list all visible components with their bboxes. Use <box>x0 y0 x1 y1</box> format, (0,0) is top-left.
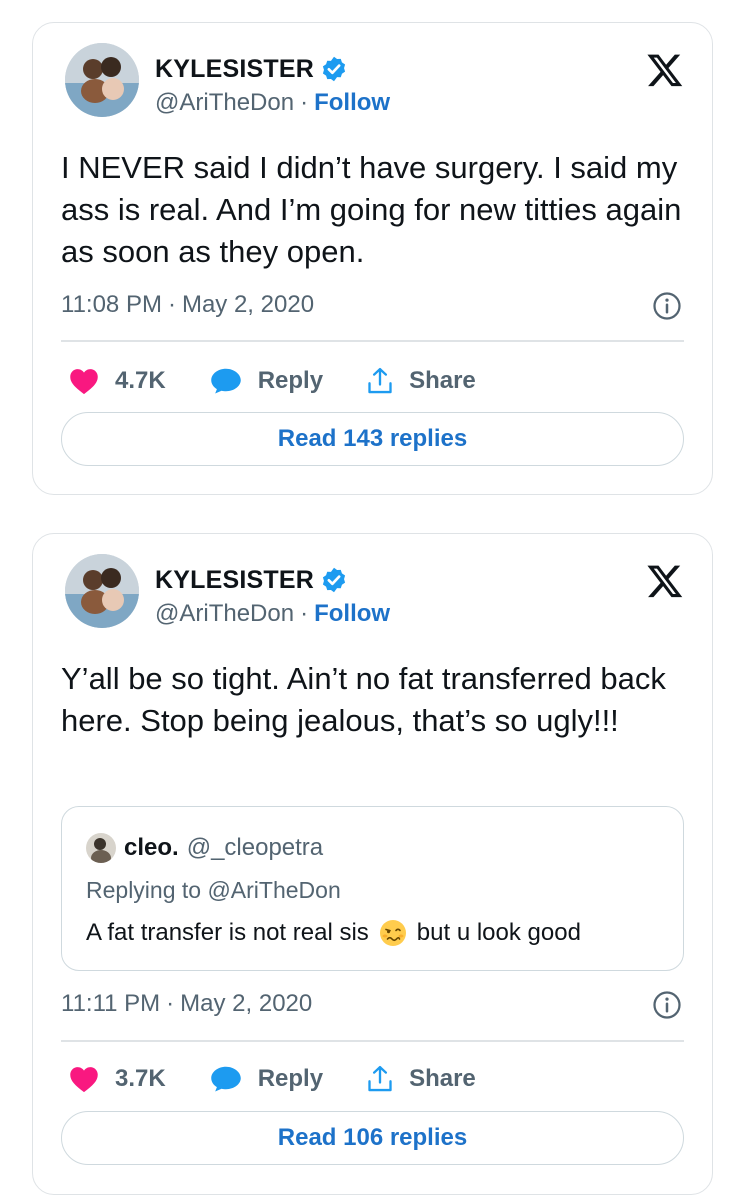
separator-dot: · <box>300 600 309 627</box>
tweet-card[interactable]: KYLESISTER @AriTheDon · Follow I NEVER s… <box>32 22 713 495</box>
separator-dot: · <box>167 291 176 318</box>
share-button[interactable]: Share <box>367 1065 476 1093</box>
timestamp[interactable]: 11:08 PM · May 2, 2020 <box>61 291 314 319</box>
like-count: 4.7K <box>115 367 166 394</box>
read-replies-button[interactable]: Read 106 replies <box>61 1111 684 1165</box>
info-icon[interactable] <box>652 990 682 1020</box>
share-icon <box>368 367 392 394</box>
separator-dot: · <box>166 990 175 1017</box>
avatar[interactable] <box>65 554 139 628</box>
share-label: Share <box>409 367 476 394</box>
like-button[interactable]: 3.7K <box>69 1065 166 1093</box>
tweet-card[interactable]: KYLESISTER @AriTheDon · Follow Y’all be … <box>32 533 713 1195</box>
heart-icon <box>70 369 98 395</box>
tweet-time: 11:11 PM <box>61 990 161 1017</box>
x-logo-icon[interactable] <box>646 562 684 600</box>
divider <box>61 1040 684 1042</box>
share-button[interactable]: Share <box>367 367 476 395</box>
like-count: 3.7K <box>115 1065 166 1092</box>
verified-badge-icon <box>322 56 346 82</box>
avatar-photo-icon <box>86 833 116 863</box>
follow-link[interactable]: Follow <box>314 600 390 628</box>
woozy-face-icon <box>379 920 406 946</box>
avatar-photo-icon <box>65 554 139 628</box>
action-bar: 3.7K Reply Share <box>69 1059 520 1099</box>
share-label: Share <box>409 1065 476 1092</box>
x-logo-icon[interactable] <box>646 51 684 89</box>
avatar[interactable] <box>65 43 139 117</box>
avatar-photo-icon <box>65 43 139 117</box>
heart-icon <box>70 1067 98 1093</box>
speech-bubble-icon <box>210 1066 241 1092</box>
info-icon[interactable] <box>652 291 682 321</box>
separator-dot: · <box>300 89 309 116</box>
quote-handle: @_cleopetra <box>186 834 324 861</box>
tweet-text: I NEVER said I didn’t have surgery. I sa… <box>61 150 682 269</box>
tweet-date: May 2, 2020 <box>180 990 313 1017</box>
follow-link[interactable]: Follow <box>314 89 390 117</box>
quote-display-name: cleo. <box>124 834 179 861</box>
like-button[interactable]: 4.7K <box>69 367 166 395</box>
tweet-time: 11:08 PM <box>61 291 162 318</box>
quote-text-start: A fat transfer is not real sis <box>86 919 369 946</box>
reply-label: Reply <box>257 367 324 394</box>
reply-label: Reply <box>257 1065 324 1092</box>
action-bar: 4.7K Reply Share <box>69 361 520 401</box>
user-handle[interactable]: @AriTheDon <box>155 600 294 628</box>
quote-avatar[interactable] <box>86 833 116 863</box>
quote-text: A fat transfer is not real sis but u loo… <box>86 919 581 947</box>
read-replies-button[interactable]: Read 143 replies <box>61 412 684 466</box>
replying-to: Replying to @AriTheDon <box>86 877 341 903</box>
quoted-tweet[interactable]: cleo. @_cleopetra Replying to @AriTheDon… <box>61 806 684 971</box>
display-name[interactable]: KYLESISTER <box>155 55 314 84</box>
display-name[interactable]: KYLESISTER <box>155 566 314 595</box>
reply-button[interactable]: Reply <box>210 1065 323 1093</box>
timestamp[interactable]: 11:11 PM · May 2, 2020 <box>61 990 312 1018</box>
verified-badge-icon <box>322 567 346 593</box>
share-icon <box>368 1065 392 1092</box>
divider <box>61 340 684 342</box>
tweet-text: Y’all be so tight. Ain’t no fat transfer… <box>61 661 666 738</box>
tweet-date: May 2, 2020 <box>181 291 315 318</box>
speech-bubble-icon <box>210 368 241 394</box>
quote-text-end: but u look good <box>416 919 581 946</box>
user-handle[interactable]: @AriTheDon <box>155 89 294 117</box>
reply-button[interactable]: Reply <box>210 367 323 395</box>
